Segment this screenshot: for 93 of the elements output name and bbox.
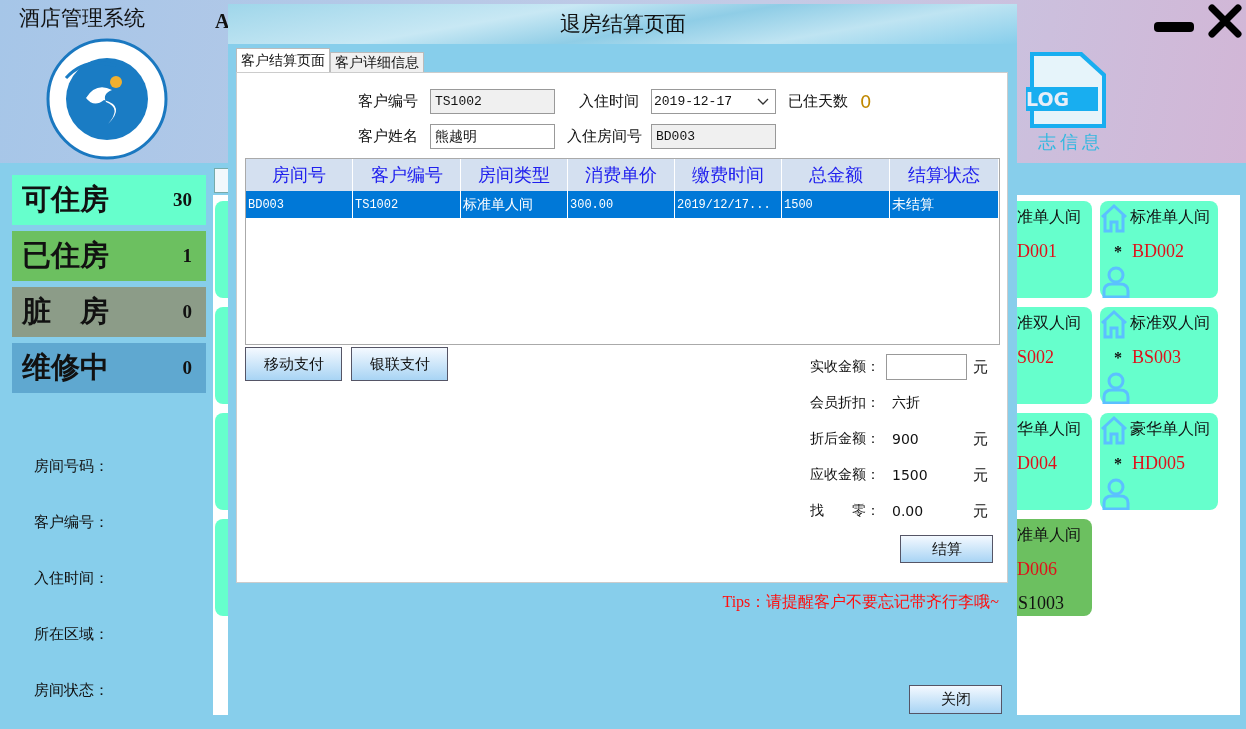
table-cell: TS1002 (353, 191, 461, 218)
room-type: 华单人间 (1017, 419, 1081, 440)
stat-count: 0 (182, 301, 192, 323)
room-number: D006 (1017, 559, 1057, 580)
input-field[interactable]: BD003 (651, 124, 776, 149)
unit-label: 元 (973, 357, 989, 377)
room-stat[interactable]: 可住房 30 (12, 175, 206, 225)
room-card[interactable]: 准单人间 D001 (1016, 201, 1092, 298)
room-type: 准双人间 (1017, 313, 1081, 334)
room-number: HD005 (1132, 453, 1185, 474)
tip-text: Tips：请提醒客户不要忘记带齐行李哦~ (722, 592, 999, 613)
dialog-title: 退房结算页面 (228, 4, 1017, 44)
summary-value: 0.00 (891, 503, 925, 519)
summary-label: 实收金额： (810, 358, 881, 376)
room-stat[interactable]: 维修中 0 (12, 343, 206, 393)
days-value: 0 (860, 91, 872, 112)
room-type: 准单人间 (1017, 525, 1081, 546)
table-cell: 标准单人间 (461, 191, 568, 218)
marker: * (1114, 349, 1122, 367)
tab[interactable]: 客户详细信息 (330, 52, 424, 72)
input-field[interactable]: TS1002 (430, 89, 555, 114)
room-type: 准单人间 (1017, 207, 1081, 228)
room-number: BD002 (1132, 241, 1184, 262)
room-card[interactable]: 标准单人间 * BD002 (1100, 201, 1218, 298)
house-icon (1100, 203, 1128, 233)
room-card[interactable]: 准双人间 S002 (1016, 307, 1092, 404)
room-number: S002 (1017, 347, 1054, 368)
app-title: 酒店管理系统 (19, 5, 145, 32)
unit-label: 元 (973, 501, 989, 521)
table-cell: 1500 (782, 191, 890, 218)
room-card[interactable]: 华单人间 D004 (1016, 413, 1092, 510)
summary-label: 找 零： (810, 502, 881, 520)
detail-label: 所在区域： (34, 623, 110, 645)
stat-label: 脏 房 (22, 294, 109, 329)
detail-label: 房间号码： (34, 455, 110, 477)
stat-label: 已住房 (22, 238, 109, 273)
stat-label: 维修中 (22, 350, 109, 385)
table-cell: 300.00 (568, 191, 675, 218)
room-number: D001 (1017, 241, 1057, 262)
unit-label: 元 (973, 465, 989, 485)
field-label: 客户姓名 (358, 127, 418, 146)
field-label: 客户编号 (358, 92, 418, 111)
input-field[interactable]: 熊越明 (430, 124, 555, 149)
detail-label: 入住时间： (34, 567, 110, 589)
table-cell: 2019/12/17... (675, 191, 782, 218)
payment-button[interactable]: 移动支付 (245, 347, 342, 381)
room-card[interactable]: 标准双人间 * BS003 (1100, 307, 1218, 404)
marker: * (1114, 455, 1122, 473)
summary-label: 应收金额： (810, 466, 881, 484)
room-number: D004 (1017, 453, 1057, 474)
close-icon[interactable] (1208, 4, 1242, 38)
minimize-icon[interactable] (1154, 20, 1194, 34)
summary-value: 1500 (891, 467, 929, 483)
table-cell: BD003 (246, 191, 353, 218)
stat-label: 可住房 (22, 182, 109, 217)
room-type: 标准双人间 (1130, 313, 1210, 334)
summary-label: 折后金额： (810, 430, 881, 448)
detail-label: 房间状态： (34, 679, 110, 701)
house-icon (1100, 415, 1128, 445)
chevron-down-icon (757, 97, 769, 106)
close-button[interactable]: 关闭 (909, 685, 1002, 714)
tab[interactable]: 客户结算页面 (236, 48, 330, 72)
summary-label: 会员折扣： (810, 394, 881, 412)
unit-label: 元 (973, 429, 989, 449)
stat-count: 1 (182, 245, 192, 267)
room-type: 标准单人间 (1130, 207, 1210, 228)
room-number: BS003 (1132, 347, 1182, 368)
room-type: 豪华单人间 (1130, 419, 1210, 440)
house-icon (1100, 309, 1128, 339)
date-picker[interactable]: 2019-12-17 (651, 89, 776, 114)
field-label: 已住天数 (788, 92, 848, 111)
amount-input[interactable] (886, 354, 967, 380)
person-icon (1102, 477, 1130, 510)
person-icon (1102, 265, 1130, 298)
summary-value: 900 (891, 431, 920, 447)
guest-id: S1003 (1018, 593, 1064, 614)
payment-button[interactable]: 银联支付 (351, 347, 448, 381)
detail-label: 客户编号： (34, 511, 110, 533)
settle-button[interactable]: 结算 (900, 535, 993, 563)
stat-count: 30 (173, 189, 192, 211)
marker: * (1114, 243, 1122, 261)
log-label: LOG (1026, 87, 1098, 111)
table-cell: 未结算 (890, 191, 999, 218)
room-stat[interactable]: 脏 房 0 (12, 287, 206, 337)
room-stat[interactable]: 已住房 1 (12, 231, 206, 281)
table-row[interactable]: BD003 TS1002 标准单人间 300.00 2019/12/17... 1500 未结算 (246, 191, 999, 218)
field-label: 入住时间 (578, 92, 639, 111)
summary-value: 六折 (891, 394, 921, 412)
header-text: A (215, 10, 230, 34)
room-card[interactable]: 豪华单人间 * HD005 (1100, 413, 1218, 510)
stat-count: 0 (182, 357, 192, 379)
person-icon (1102, 371, 1130, 404)
room-card[interactable]: 准单人间 D006 S1003 (1016, 519, 1092, 616)
